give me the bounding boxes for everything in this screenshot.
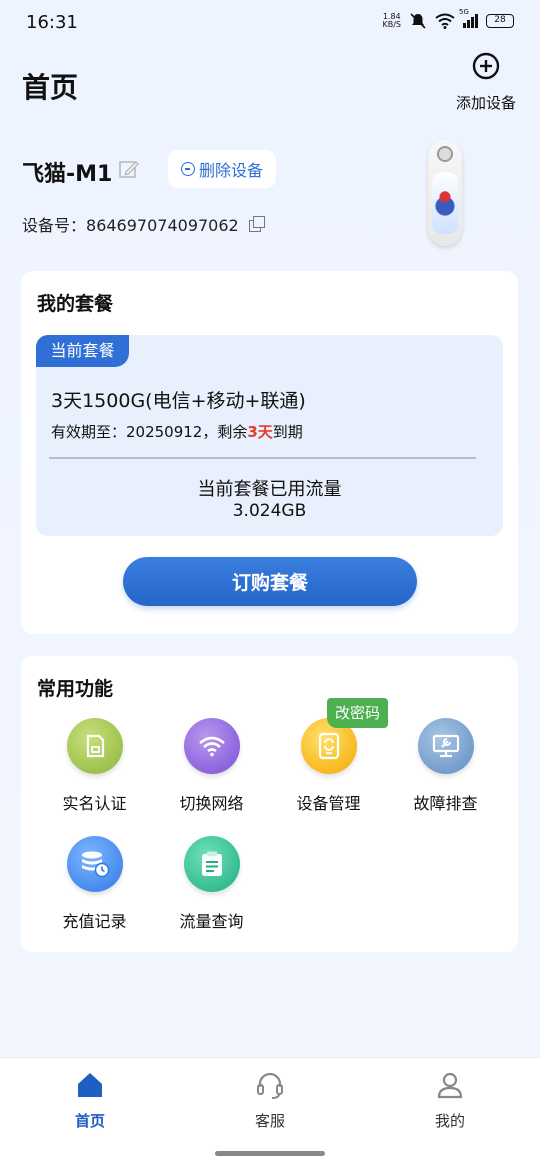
network-type: 5G	[459, 8, 469, 16]
nav-profile[interactable]: 我的	[400, 1070, 500, 1131]
device-button-graphic	[437, 146, 453, 162]
func-switch-network[interactable]: 切换网络	[153, 718, 270, 814]
device-serial: 设备号：864697074097062	[22, 212, 265, 236]
serial-value: 864697074097062	[86, 216, 239, 235]
func-label: 实名认证	[62, 794, 127, 813]
serial-label: 设备号：	[22, 216, 87, 235]
sd-card-icon	[66, 718, 123, 774]
delete-device-button[interactable]: 删除设备	[168, 150, 276, 188]
clipboard-icon	[183, 836, 240, 892]
delete-device-label: 删除设备	[198, 161, 263, 180]
func-recharge-records[interactable]: 充值记录	[36, 836, 153, 932]
functions-card: 常用功能 实名认证 切换网络 设备管理 故障排查 充值记录 流量查询 改密码	[21, 656, 518, 952]
divider	[49, 457, 476, 459]
plan-card: 我的套餐 当前套餐 3天1500G(电信+移动+联通) 有效期至：2025091…	[21, 271, 518, 634]
copy-icon[interactable]	[248, 216, 265, 232]
device-name: 飞猫-M1	[22, 162, 113, 187]
func-label: 流量查询	[179, 912, 244, 931]
plan-name: 3天1500G(电信+移动+联通)	[51, 390, 306, 412]
add-circle-icon	[472, 52, 500, 80]
battery-level: 28	[494, 15, 506, 25]
plan-card-title: 我的套餐	[37, 293, 114, 315]
func-label: 设备管理	[296, 794, 361, 813]
status-time: 16:31	[26, 12, 78, 33]
user-icon	[437, 1072, 463, 1099]
wifi-icon	[183, 718, 240, 774]
func-label: 故障排查	[413, 794, 478, 813]
add-device-label: 添加设备	[455, 94, 516, 112]
database-clock-icon	[66, 836, 123, 892]
func-device-management[interactable]: 设备管理	[270, 718, 387, 814]
status-icons: 1.84 KB/S 5G 28	[382, 8, 514, 30]
usage-value: 3.024GB	[232, 501, 307, 521]
monitor-wrench-icon	[417, 718, 474, 774]
nav-home-label: 首页	[74, 1112, 105, 1130]
mute-icon	[410, 13, 426, 29]
device-image	[428, 140, 462, 246]
device-artwork	[432, 172, 458, 234]
home-icon	[78, 1073, 102, 1097]
days-remaining: 3天	[247, 423, 273, 441]
status-bar: 16:31 1.84 KB/S 5G 28	[0, 0, 540, 44]
wifi-icon	[435, 13, 455, 29]
plan-expiry: 有效期至：20250912，剩余3天到期	[51, 421, 303, 442]
edit-icon[interactable]	[118, 158, 140, 180]
nav-customer-service-label: 客服	[254, 1112, 285, 1130]
current-plan-box: 当前套餐 3天1500G(电信+移动+联通) 有效期至：20250912，剩余3…	[36, 335, 503, 536]
net-speed-unit: KB/S	[382, 20, 401, 29]
add-device-button[interactable]: 添加设备	[454, 52, 518, 113]
order-plan-button[interactable]: 订购套餐	[123, 557, 417, 606]
func-label: 切换网络	[179, 794, 244, 813]
nav-profile-label: 我的	[434, 1112, 465, 1130]
nav-home[interactable]: 首页	[40, 1070, 140, 1131]
func-traffic-query[interactable]: 流量查询	[153, 836, 270, 932]
expiry-suffix: 到期	[272, 423, 303, 441]
func-real-name-auth[interactable]: 实名认证	[36, 718, 153, 814]
change-password-badge[interactable]: 改密码	[327, 698, 389, 728]
signal-icon: 5G	[459, 8, 478, 28]
current-plan-tag: 当前套餐	[36, 335, 129, 367]
page-title: 首页	[22, 71, 79, 104]
gesture-home-bar[interactable]	[215, 1151, 325, 1156]
nav-customer-service[interactable]: 客服	[220, 1070, 320, 1131]
usage-label: 当前套餐已用流量	[197, 479, 342, 500]
functions-card-title: 常用功能	[37, 678, 114, 700]
func-label: 充值记录	[62, 912, 127, 931]
battery-icon: 28	[486, 14, 514, 28]
net-speed: 1.84 KB/S	[382, 13, 401, 29]
func-troubleshoot[interactable]: 故障排查	[387, 718, 504, 814]
headset-icon	[257, 1072, 283, 1099]
minus-circle-icon	[180, 162, 195, 176]
expiry-prefix: 有效期至：20250912，剩余	[51, 423, 248, 441]
